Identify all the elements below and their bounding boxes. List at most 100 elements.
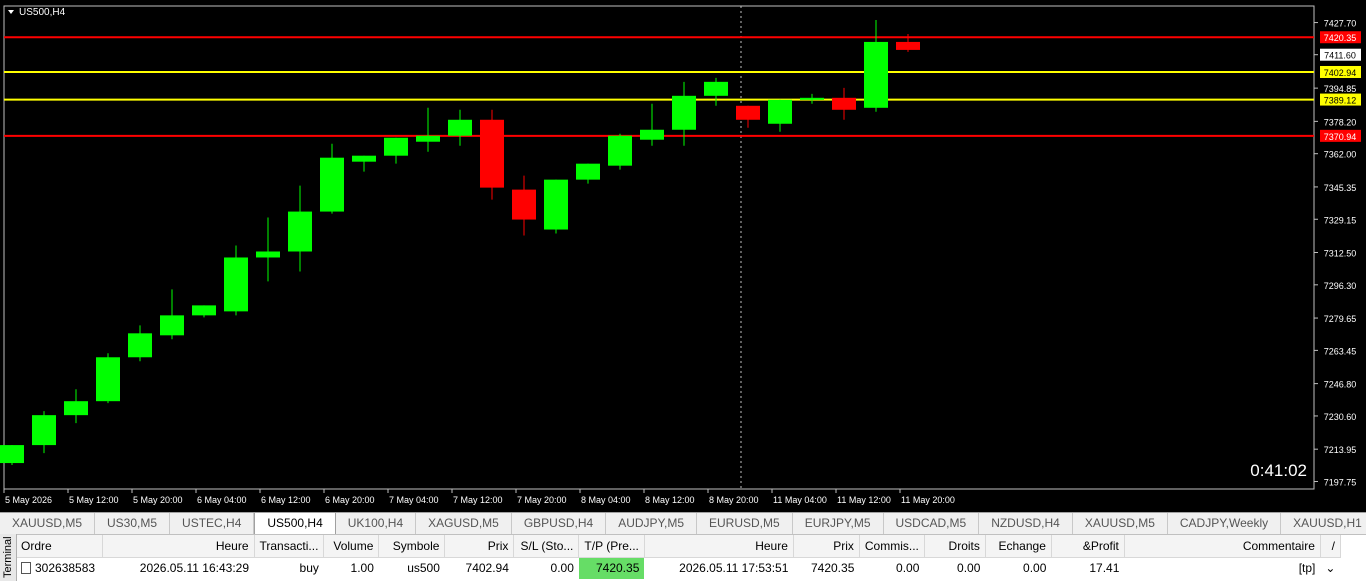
candle-body-9: [288, 211, 312, 252]
y-tick-label-12: 7230.60: [1324, 412, 1357, 422]
candle-body-19: [608, 135, 632, 166]
y-tick-label-9: 7279.65: [1324, 314, 1357, 324]
candle-body-4: [128, 333, 152, 358]
x-tick-label-9: 8 May 04:00: [581, 495, 631, 505]
x-tick-label-11: 8 May 20:00: [709, 495, 759, 505]
chart-tab-4[interactable]: UK100,H4: [336, 513, 417, 534]
chart-tab-11[interactable]: NZDUSD,H4: [979, 513, 1073, 534]
cell-droits: 0.00: [957, 561, 981, 576]
candle-body-5: [160, 315, 184, 336]
bid-price-label: 7411.60: [1324, 51, 1356, 61]
col-sl[interactable]: S/L (Sto...: [513, 535, 580, 558]
chevron-down-icon[interactable]: ⌄: [1320, 557, 1340, 579]
chart-tab-12[interactable]: XAUUSD,M5: [1073, 513, 1168, 534]
terminal-panel: Ordre Heure Transacti... Volume Symbole …: [0, 534, 1366, 582]
candle-body-26: [832, 97, 856, 110]
y-tick-label-10: 7263.45: [1324, 346, 1357, 356]
cell-sl: 0.00: [550, 561, 574, 576]
table-row[interactable]: 302638583 2026.05.11 16:43:29 buy 1.00 u…: [16, 557, 1340, 579]
chart-tab-13[interactable]: CADJPY,Weekly: [1168, 513, 1282, 534]
candle-body-27: [864, 41, 888, 108]
x-tick-label-14: 11 May 20:00: [901, 495, 955, 505]
cell-symbole: us500: [407, 561, 440, 576]
cell-tp: 7420.35: [578, 557, 645, 579]
col-commentaire[interactable]: Commentaire: [1124, 535, 1321, 558]
chart-tab-14[interactable]: XAUUSD,H1: [1281, 513, 1366, 534]
candle-body-2: [64, 401, 88, 416]
cell-transaction: buy: [299, 561, 319, 576]
col-commission[interactable]: Commis...: [859, 535, 925, 558]
candle-body-20: [640, 129, 664, 140]
price-level-label-0: 7420.35: [1324, 33, 1357, 43]
candle-body-11: [352, 155, 376, 162]
cell-echange: 0.00: [1023, 561, 1047, 576]
order-document-icon: [21, 562, 31, 575]
plot-frame: [3, 5, 1315, 490]
chart-menu-icon[interactable]: [8, 10, 14, 14]
x-tick-label-6: 7 May 04:00: [389, 495, 439, 505]
chart-tab-3[interactable]: US500,H4: [254, 513, 336, 534]
col-prix[interactable]: Prix: [444, 535, 515, 558]
col-volume[interactable]: Volume: [323, 535, 380, 558]
y-tick-label-2: 7394.85: [1324, 84, 1357, 94]
price-chart[interactable]: 7420.35 7402.94 7389.12 7370.94 7427.70 7411…: [0, 0, 1366, 512]
chart-tab-7[interactable]: AUDJPY,M5: [606, 513, 697, 534]
col-sort-indicator[interactable]: /: [1320, 535, 1341, 558]
col-prix-close[interactable]: Prix: [793, 535, 860, 558]
chart-area[interactable]: 7420.35 7402.94 7389.12 7370.94 7427.70 7411…: [0, 0, 1366, 512]
candle-body-24: [768, 99, 792, 124]
chart-tab-9[interactable]: EURJPY,M5: [793, 513, 884, 534]
chart-title: US500,H4: [19, 7, 66, 18]
col-ordre[interactable]: Ordre: [16, 535, 103, 558]
col-tp[interactable]: T/P (Pre...: [578, 535, 645, 558]
cell-heure: 2026.05.11 16:43:29: [139, 561, 249, 576]
chart-tab-6[interactable]: GBPUSD,H4: [512, 513, 607, 534]
x-tick-label-2: 5 May 20:00: [133, 495, 183, 505]
col-transaction[interactable]: Transacti...: [254, 535, 325, 558]
candle-body-18: [576, 163, 600, 180]
x-tick-label-4: 6 May 12:00: [261, 495, 311, 505]
cell-profit: 17.41: [1089, 561, 1120, 576]
candle-body-25: [800, 97, 824, 100]
cell-ordre: 302638583: [35, 561, 96, 576]
terminal-side-label[interactable]: Terminal: [0, 534, 17, 581]
x-tick-label-3: 6 May 04:00: [197, 495, 247, 505]
x-tick-label-0: 5 May 2026: [5, 495, 52, 505]
x-tick-label-1: 5 May 12:00: [69, 495, 119, 505]
col-droits[interactable]: Droits: [924, 535, 986, 558]
candle-body-14: [448, 119, 472, 136]
candle-body-8: [256, 251, 280, 258]
chart-tab-8[interactable]: EURUSD,M5: [697, 513, 793, 534]
candle-body-28: [896, 41, 920, 50]
chart-tab-10[interactable]: USDCAD,M5: [884, 513, 980, 534]
col-profit[interactable]: &Profit: [1051, 535, 1125, 558]
chart-tab-5[interactable]: XAGUSD,M5: [416, 513, 512, 534]
table-header-row: Ordre Heure Transacti... Volume Symbole …: [16, 535, 1341, 558]
candle-body-7: [224, 257, 248, 312]
chart-tab-1[interactable]: US30,M5: [95, 513, 171, 534]
chart-tab-0[interactable]: XAUUSD,M5: [0, 513, 96, 534]
history-table: Ordre Heure Transacti... Volume Symbole …: [16, 535, 1341, 579]
chart-tab-2[interactable]: USTEC,H4: [170, 513, 255, 534]
y-tick-label-8: 7296.30: [1324, 281, 1357, 291]
y-tick-label-6: 7329.15: [1324, 215, 1357, 225]
candle-body-23: [736, 105, 760, 120]
col-heure-close[interactable]: Heure: [644, 535, 794, 558]
x-tick-label-7: 7 May 12:00: [453, 495, 503, 505]
candle-body-22: [704, 81, 728, 96]
candle-body-0: [0, 445, 24, 464]
x-tick-label-5: 6 May 20:00: [325, 495, 375, 505]
cell-commission: 0.00: [896, 561, 920, 576]
candle-body-16: [512, 189, 536, 220]
col-echange[interactable]: Echange: [985, 535, 1052, 558]
y-tick-label-14: 7197.75: [1324, 478, 1357, 488]
candle-body-13: [416, 135, 440, 142]
y-tick-label-11: 7246.80: [1324, 380, 1357, 390]
candle-body-10: [320, 157, 344, 212]
candle-body-1: [32, 415, 56, 446]
candle-body-17: [544, 179, 568, 230]
y-tick-label-5: 7345.35: [1324, 183, 1357, 193]
y-tick-label-7: 7312.50: [1324, 248, 1357, 258]
col-symbole[interactable]: Symbole: [378, 535, 446, 558]
col-heure[interactable]: Heure: [102, 535, 255, 558]
